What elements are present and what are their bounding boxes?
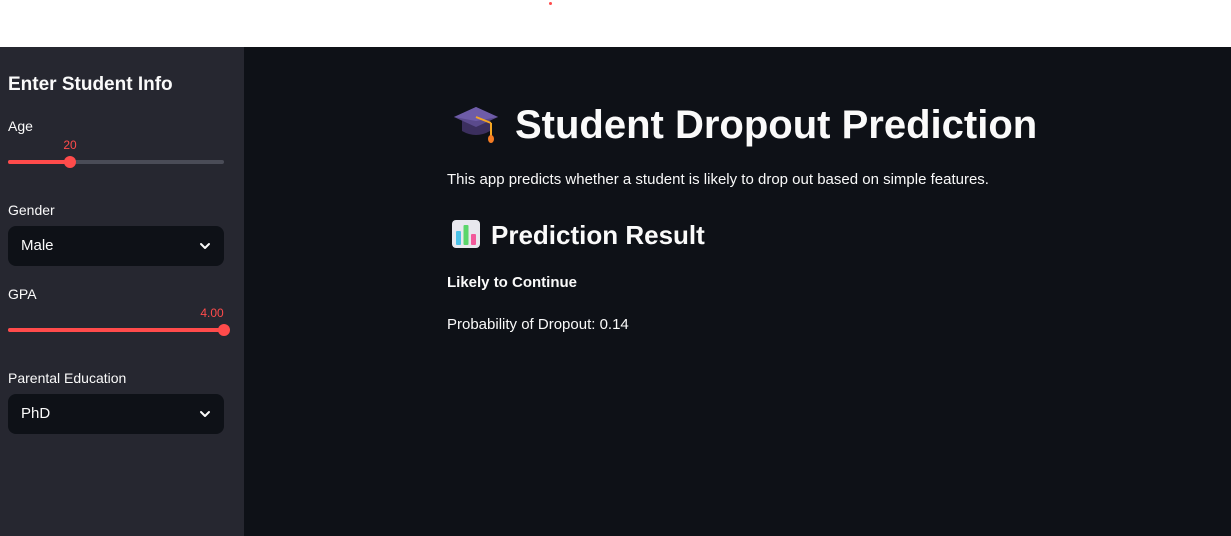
page-title-text: Student Dropout Prediction [515, 103, 1038, 147]
gpa-label: GPA [8, 286, 37, 302]
graduation-cap-icon [451, 101, 501, 145]
gender-label: Gender [8, 202, 55, 218]
sidebar: Enter Student Info Age 20 Gender Male GP… [0, 47, 244, 536]
age-slider[interactable]: 20 [8, 138, 224, 172]
section-title-text: Prediction Result [491, 220, 705, 250]
age-slider-thumb[interactable] [64, 156, 76, 168]
chevron-down-icon [200, 243, 210, 249]
page-title: Student Dropout Prediction [451, 103, 1037, 149]
parental-education-label: Parental Education [8, 370, 127, 386]
parental-education-selected-value: PhD [21, 405, 51, 422]
age-value: 20 [63, 138, 77, 152]
parental-education-select[interactable]: PhD [8, 394, 224, 434]
age-slider-fill [8, 160, 70, 164]
bar-chart-icon [451, 219, 481, 249]
dropout-probability: Probability of Dropout: 0.14 [447, 316, 629, 333]
top-header [0, 0, 1231, 47]
gpa-value: 4.00 [200, 306, 224, 320]
page-description: This app predicts whether a student is l… [447, 171, 989, 188]
gender-selected-value: Male [21, 237, 54, 254]
main-content: Student Dropout Prediction This app pred… [244, 47, 1231, 536]
gpa-slider-fill [8, 328, 224, 332]
gpa-slider-thumb[interactable] [218, 324, 230, 336]
prediction-result: Likely to Continue [447, 274, 578, 291]
running-indicator [549, 2, 552, 5]
age-label: Age [8, 118, 33, 134]
gender-select[interactable]: Male [8, 226, 224, 266]
sidebar-title: Enter Student Info [8, 74, 173, 95]
gpa-slider[interactable]: 4.00 [8, 306, 230, 340]
section-title: Prediction Result [451, 220, 705, 252]
chevron-down-icon [200, 411, 210, 417]
